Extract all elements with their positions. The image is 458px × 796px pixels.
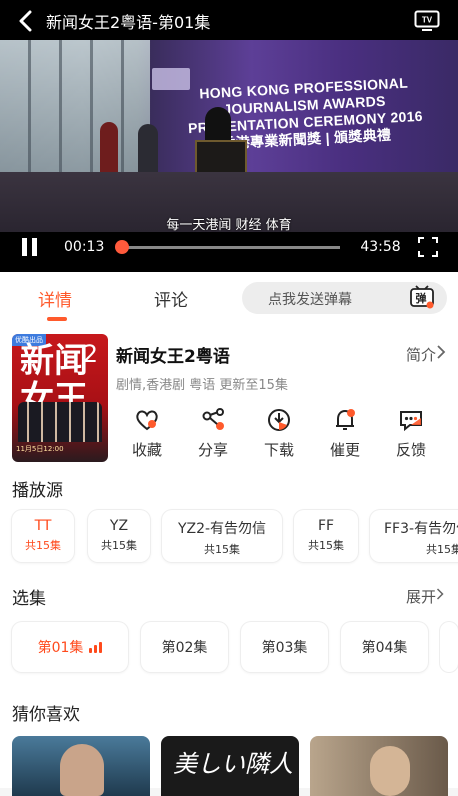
poster-number: 2 xyxy=(82,340,98,368)
episode-03[interactable]: 第03集 xyxy=(241,622,328,672)
source-yz[interactable]: YZ 共15集 xyxy=(88,510,150,562)
remind-button[interactable]: 催更 xyxy=(320,407,370,460)
tab-active-indicator xyxy=(47,317,67,321)
source-count: 共15集 xyxy=(204,543,240,556)
show-title: 新闻女王2粤语 xyxy=(116,347,230,367)
source-name: FF xyxy=(317,518,335,534)
pause-icon[interactable] xyxy=(22,238,40,256)
sources-title: 播放源 xyxy=(12,481,63,501)
tv-cast-icon[interactable]: TV xyxy=(414,10,440,32)
fullscreen-icon[interactable] xyxy=(418,237,438,257)
source-name: YZ xyxy=(109,518,129,534)
video-title: 新闻女王2粤语-第01集 xyxy=(46,13,211,32)
video-window-background xyxy=(0,40,150,180)
action-label: 分享 xyxy=(197,441,228,459)
video-frame: HONG KONG PROFESSIONAL JOURNALISM AWARDS… xyxy=(0,40,458,232)
detail-tabs: 详情 评论 点我发送弹幕 弹 xyxy=(0,272,458,322)
recommend-thumb[interactable] xyxy=(310,736,448,796)
chevron-right-icon[interactable] xyxy=(436,344,448,360)
intro-link[interactable]: 简介 xyxy=(406,344,436,365)
poster-date: 11月5日12:00 xyxy=(16,445,64,453)
chevron-right-icon[interactable] xyxy=(436,586,446,602)
total-time: 43:58 xyxy=(360,239,401,255)
danmaku-icon[interactable]: 弹 xyxy=(409,285,435,309)
player-controls: 00:13 43:58 xyxy=(0,232,458,262)
episodes-title: 选集 xyxy=(12,589,46,609)
episode-label: 第01集 xyxy=(37,640,84,656)
source-ff[interactable]: FF 共15集 xyxy=(294,510,358,562)
source-name: TT xyxy=(34,518,52,534)
recommend-thumb[interactable] xyxy=(12,736,150,796)
video-subtitle: 每一天港闻 财经 体育 xyxy=(166,218,292,233)
action-label: 反馈 xyxy=(395,441,426,459)
share-icon xyxy=(200,407,226,433)
source-count: 共15集 xyxy=(308,539,344,552)
feedback-button[interactable]: 反馈 xyxy=(386,407,436,460)
favorite-button[interactable]: 收藏 xyxy=(122,407,172,460)
source-count: 共15集 xyxy=(426,543,458,556)
action-label: 催更 xyxy=(329,441,360,459)
show-poster[interactable]: 优酷出品 新闻 女王 2 11月5日12:00 xyxy=(12,334,108,462)
svg-text:TV: TV xyxy=(422,16,433,25)
tab-comments[interactable]: 评论 xyxy=(154,286,188,311)
poster-cast xyxy=(18,402,102,442)
danmaku-icon-label: 弹 xyxy=(416,291,427,305)
download-icon xyxy=(266,407,292,433)
action-label: 下载 xyxy=(263,441,294,459)
source-yz2[interactable]: YZ2-有告勿信 共15集 xyxy=(162,510,282,562)
share-button[interactable]: 分享 xyxy=(188,407,238,460)
source-name: FF3-有告勿信 xyxy=(384,521,458,537)
feedback-icon xyxy=(398,407,424,433)
tab-details[interactable]: 详情 xyxy=(38,286,72,311)
action-label: 收藏 xyxy=(131,441,162,459)
action-bar: 收藏 分享 下载 催更 反馈 xyxy=(118,407,448,467)
detail-content: 优酷出品 新闻 女王 2 11月5日12:00 新闻女王2粤语 简介 剧情,香港剧… xyxy=(0,322,458,796)
playing-indicator-icon xyxy=(89,641,103,653)
bell-icon xyxy=(332,407,358,433)
source-count: 共15集 xyxy=(25,539,61,552)
episode-label: 第04集 xyxy=(361,640,408,656)
progress-bar[interactable] xyxy=(115,239,341,254)
current-time: 00:13 xyxy=(64,239,105,255)
player-topbar: 新闻女王2粤语-第01集 xyxy=(0,0,458,42)
episode-04[interactable]: 第04集 xyxy=(341,622,428,672)
source-tt[interactable]: TT 共15集 xyxy=(12,510,74,562)
episode-next-partial[interactable] xyxy=(440,622,458,672)
download-button[interactable]: 下载 xyxy=(254,407,304,460)
recommend-thumb[interactable]: 美しい隣人 xyxy=(161,736,299,796)
episode-01[interactable]: 第01集 xyxy=(12,622,128,672)
progress-knob[interactable] xyxy=(115,239,130,254)
episode-label: 第03集 xyxy=(261,640,308,656)
source-ff3[interactable]: FF3-有告勿信 共15集 xyxy=(370,510,458,562)
video-player[interactable]: HONG KONG PROFESSIONAL JOURNALISM AWARDS… xyxy=(0,0,458,272)
danmaku-placeholder: 点我发送弹幕 xyxy=(268,292,352,308)
heart-icon xyxy=(134,407,160,433)
episode-02[interactable]: 第02集 xyxy=(141,622,228,672)
source-count: 共15集 xyxy=(101,539,137,552)
back-icon[interactable] xyxy=(10,6,40,36)
expand-link[interactable]: 展开 xyxy=(406,586,436,607)
source-name: YZ2-有告勿信 xyxy=(177,521,267,537)
show-meta: 剧情,香港剧 粤语 更新至15集 xyxy=(116,378,288,393)
recommend-title: 猜你喜欢 xyxy=(12,705,80,725)
recommend-thumb-title: 美しい隣人 xyxy=(173,750,293,778)
episode-label: 第02集 xyxy=(161,640,208,656)
danmaku-input[interactable]: 点我发送弹幕 弹 xyxy=(242,282,447,314)
